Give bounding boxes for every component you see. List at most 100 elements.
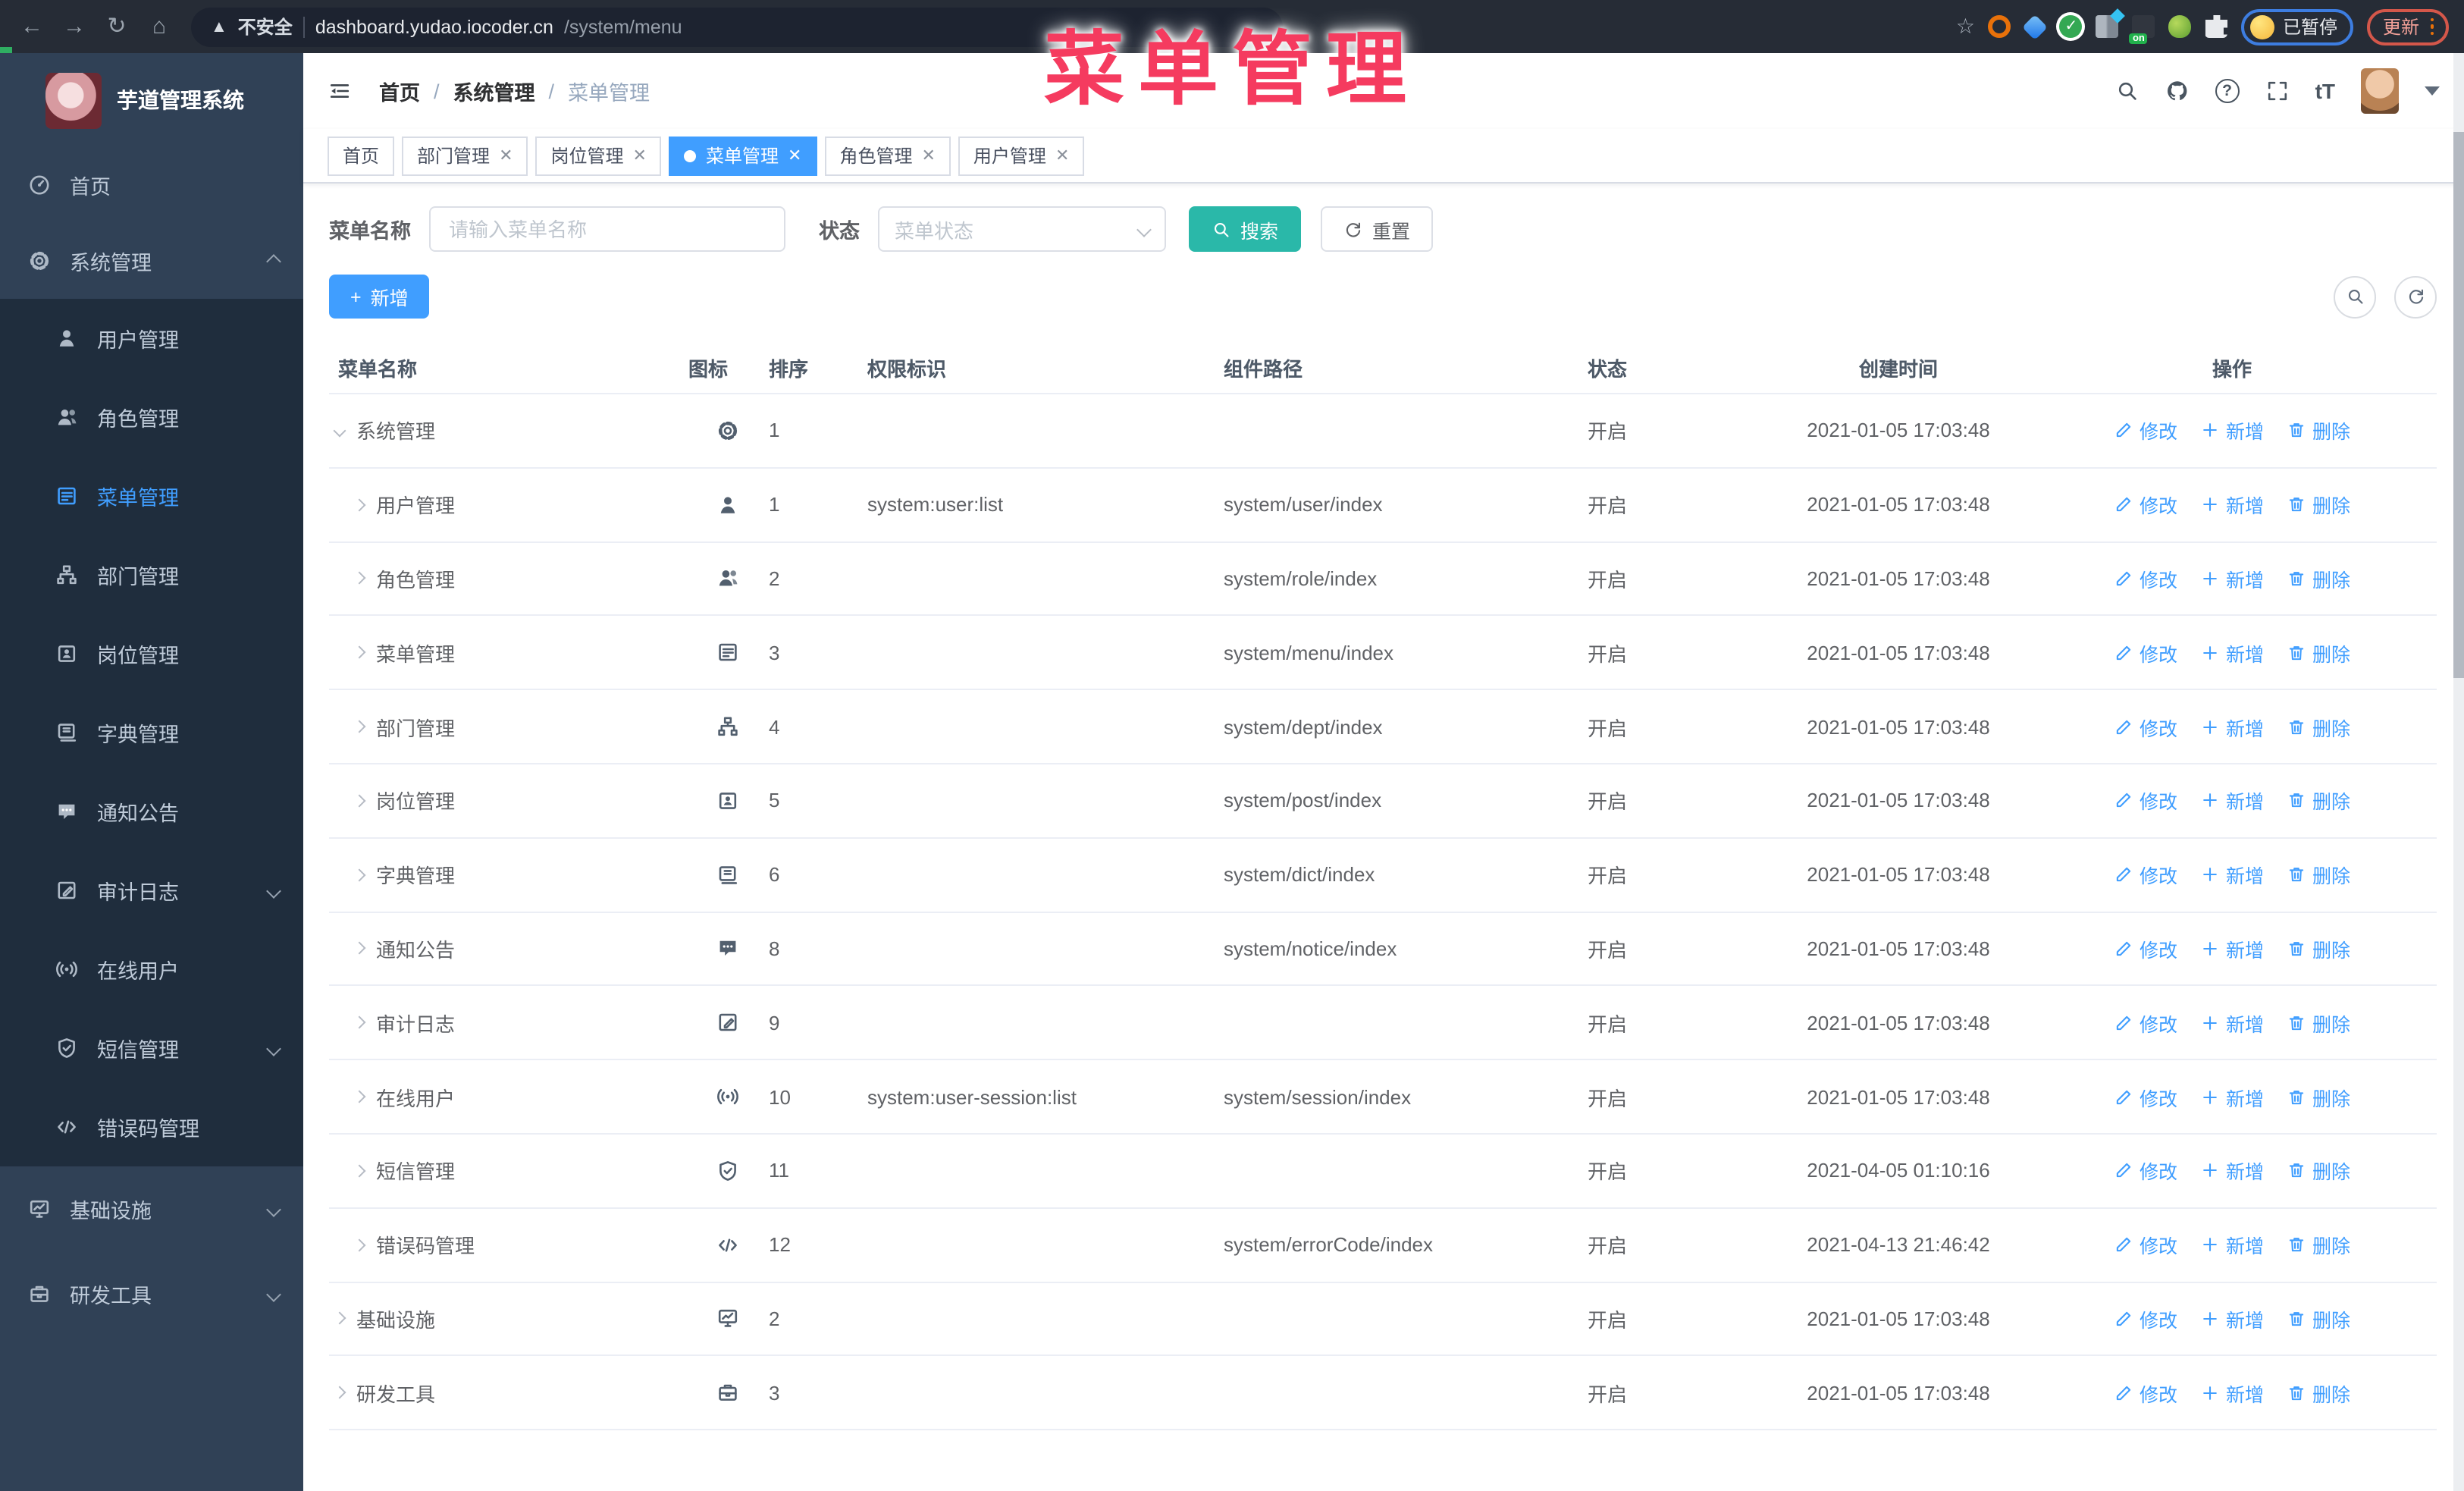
sidebar-item-研发工具[interactable]: 研发工具 [0, 1251, 303, 1336]
delete-link[interactable]: 删除 [2287, 1230, 2350, 1259]
delete-link[interactable]: 删除 [2287, 786, 2350, 815]
edit-link[interactable]: 修改 [2114, 490, 2177, 519]
chevron-down-icon[interactable] [2425, 86, 2440, 96]
sidebar-item-通知公告[interactable]: 通知公告 [0, 772, 303, 851]
add-link[interactable]: 新增 [2200, 564, 2264, 593]
edit-link[interactable]: 修改 [2114, 786, 2177, 815]
delete-link[interactable]: 删除 [2287, 1009, 2350, 1037]
sidebar-item-首页[interactable]: 首页 [0, 147, 303, 223]
add-link[interactable]: 新增 [2200, 860, 2264, 889]
sidebar-item-短信管理[interactable]: 短信管理 [0, 1009, 303, 1088]
add-link[interactable]: 新增 [2200, 416, 2264, 445]
close-tab-icon[interactable]: ✕ [788, 146, 801, 165]
add-link[interactable]: 新增 [2200, 490, 2264, 519]
delete-link[interactable]: 删除 [2287, 1304, 2350, 1333]
tab-角色管理[interactable]: 角色管理 ✕ [824, 136, 951, 175]
expand-row-icon[interactable] [353, 498, 366, 511]
delete-link[interactable]: 删除 [2287, 564, 2350, 593]
edit-link[interactable]: 修改 [2114, 1304, 2177, 1333]
sidebar-item-角色管理[interactable]: 角色管理 [0, 378, 303, 457]
sidebar-item-字典管理[interactable]: 字典管理 [0, 693, 303, 772]
close-tab-icon[interactable]: ✕ [633, 146, 647, 165]
add-link[interactable]: 新增 [2200, 712, 2264, 741]
edit-link[interactable]: 修改 [2114, 712, 2177, 741]
add-link[interactable]: 新增 [2200, 1379, 2264, 1408]
extension-icon-columns[interactable] [2096, 15, 2119, 38]
add-link[interactable]: 新增 [2200, 786, 2264, 815]
sidebar-item-菜单管理[interactable]: 菜单管理 [0, 457, 303, 535]
browser-home-icon[interactable]: ⌂ [143, 10, 176, 43]
extension-icon-check[interactable]: ✓ [2059, 15, 2083, 38]
close-tab-icon[interactable]: ✕ [499, 146, 513, 165]
add-link[interactable]: 新增 [2200, 934, 2264, 963]
show-search-toggle-button[interactable] [2334, 275, 2376, 318]
expand-row-icon[interactable] [353, 794, 366, 808]
page-scrollbar[interactable] [2453, 53, 2464, 1491]
edit-link[interactable]: 修改 [2114, 1009, 2177, 1037]
close-tab-icon[interactable]: ✕ [921, 146, 935, 165]
delete-link[interactable]: 删除 [2287, 860, 2350, 889]
add-link[interactable]: 新增 [2200, 1082, 2264, 1111]
add-link[interactable]: 新增 [2200, 639, 2264, 667]
sidebar-item-基础设施[interactable]: 基础设施 [0, 1166, 303, 1251]
sidebar-item-在线用户[interactable]: 在线用户 [0, 930, 303, 1009]
search-button[interactable]: 搜索 [1189, 206, 1302, 252]
close-tab-icon[interactable]: ✕ [1055, 146, 1069, 165]
tab-首页[interactable]: 首页 [328, 136, 395, 175]
font-size-icon[interactable]: tT [2315, 79, 2335, 103]
add-link[interactable]: 新增 [2200, 1009, 2264, 1037]
expand-row-icon[interactable] [353, 720, 366, 733]
refresh-table-button[interactable] [2394, 275, 2437, 318]
edit-link[interactable]: 修改 [2114, 416, 2177, 445]
add-button[interactable]: + 新增 [329, 275, 430, 319]
expand-row-icon[interactable] [353, 646, 366, 660]
delete-link[interactable]: 删除 [2287, 712, 2350, 741]
browser-forward-icon[interactable]: → [58, 10, 91, 43]
status-select[interactable]: 菜单状态 [878, 206, 1166, 252]
github-icon[interactable] [2165, 79, 2190, 103]
add-link[interactable]: 新增 [2200, 1304, 2264, 1333]
menu-name-input[interactable] [429, 206, 785, 252]
edit-link[interactable]: 修改 [2114, 934, 2177, 963]
expand-row-icon[interactable] [353, 1090, 366, 1103]
browser-back-icon[interactable]: ← [15, 10, 49, 43]
expand-row-icon[interactable] [353, 1238, 366, 1251]
extension-icon-gem[interactable] [2022, 14, 2049, 39]
tab-菜单管理[interactable]: 菜单管理 ✕ [669, 136, 817, 175]
extension-icon-monkey[interactable] [2168, 15, 2192, 38]
breadcrumb-item[interactable]: 系统管理 [453, 76, 535, 106]
edit-link[interactable]: 修改 [2114, 1082, 2177, 1111]
add-link[interactable]: 新增 [2200, 1157, 2264, 1185]
extension-icon-orange[interactable] [1988, 15, 2011, 38]
delete-link[interactable]: 删除 [2287, 1157, 2350, 1185]
sidebar-item-岗位管理[interactable]: 岗位管理 [0, 614, 303, 693]
delete-link[interactable]: 删除 [2287, 639, 2350, 667]
reset-button[interactable]: 重置 [1321, 206, 1434, 252]
edit-link[interactable]: 修改 [2114, 1379, 2177, 1408]
expand-row-icon[interactable] [353, 868, 366, 881]
paused-profile-chip[interactable]: 已暂停 [2241, 8, 2354, 45]
tab-用户管理[interactable]: 用户管理 ✕ [958, 136, 1085, 175]
delete-link[interactable]: 删除 [2287, 1082, 2350, 1111]
update-button[interactable]: 更新 [2367, 8, 2449, 45]
edit-link[interactable]: 修改 [2114, 639, 2177, 667]
delete-link[interactable]: 删除 [2287, 416, 2350, 445]
collapse-sidebar-icon[interactable] [328, 79, 352, 103]
browser-reload-icon[interactable]: ↻ [100, 10, 133, 43]
tab-部门管理[interactable]: 部门管理 ✕ [402, 136, 528, 175]
sidebar-item-部门管理[interactable]: 部门管理 [0, 535, 303, 614]
edit-link[interactable]: 修改 [2114, 564, 2177, 593]
sidebar-item-审计日志[interactable]: 审计日志 [0, 851, 303, 930]
delete-link[interactable]: 删除 [2287, 1379, 2350, 1408]
edit-link[interactable]: 修改 [2114, 1157, 2177, 1185]
sidebar-item-错误码管理[interactable]: 错误码管理 [0, 1088, 303, 1166]
edit-link[interactable]: 修改 [2114, 1230, 2177, 1259]
scrollbar-thumb[interactable] [2453, 132, 2464, 678]
delete-link[interactable]: 删除 [2287, 934, 2350, 963]
sidebar-item-用户管理[interactable]: 用户管理 [0, 299, 303, 378]
help-icon[interactable]: ? [2215, 79, 2240, 103]
edit-link[interactable]: 修改 [2114, 860, 2177, 889]
expand-row-icon[interactable] [353, 942, 366, 956]
sidebar-item-系统管理[interactable]: 系统管理 [0, 223, 303, 299]
expand-row-icon[interactable] [333, 1312, 346, 1326]
